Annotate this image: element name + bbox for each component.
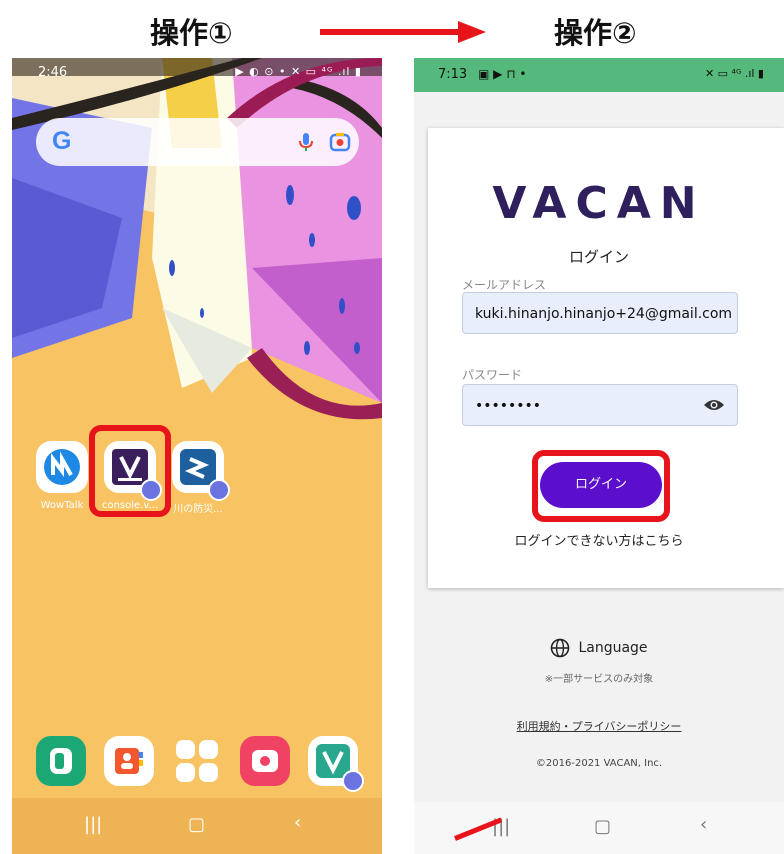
app-label-river: 川の防災... [173, 504, 223, 515]
eye-icon[interactable] [703, 398, 725, 412]
contacts-icon [115, 748, 143, 774]
vacan-logo: VACAN [492, 178, 706, 229]
globe-icon [551, 638, 570, 658]
password-label: パスワード [462, 368, 523, 382]
status-left-icons: ▣ ▶ ⊓ • [478, 67, 527, 81]
home-button-2[interactable]: ▢ [594, 816, 611, 837]
camera-icon [252, 750, 278, 772]
language-label: Language [578, 640, 648, 656]
wowtalk-icon [44, 449, 80, 485]
copyright: ©2016-2021 VACAN, Inc. [535, 758, 663, 769]
status-time: 2:46 [38, 65, 68, 80]
terms-link[interactable]: 利用規約・プライバシーポリシー [414, 718, 784, 734]
navigation-bar-2: ||| ▢ ‹ [414, 802, 784, 854]
home-button[interactable]: ▢ [188, 814, 205, 835]
password-value: •••••••• [475, 398, 542, 414]
status-time-2: 7:13 [438, 67, 468, 82]
language-selector[interactable]: Language [414, 638, 784, 658]
samsung-internet-badge-icon-3 [342, 770, 364, 792]
step2-heading: 操作② [554, 16, 637, 50]
status-bar-2: 7:13 ▣ ▶ ⊓ • ✕ ▭ ⁴ᴳ .ıl ▮ [414, 58, 784, 92]
forgot-login-link[interactable]: ログインできない方はこちら [414, 530, 784, 549]
wowtalk-app-icon[interactable] [36, 441, 88, 493]
samsung-internet-badge-icon-2 [208, 479, 230, 501]
back-button[interactable]: ‹ [294, 812, 301, 833]
dock-phone-icon[interactable] [36, 736, 86, 786]
mic-icon[interactable] [294, 130, 318, 154]
dock-camera-icon[interactable] [240, 736, 290, 786]
login-title: ログイン [568, 248, 629, 266]
navigation-bar: ||| ▢ ‹ [12, 798, 382, 854]
arrow-head-icon [458, 21, 486, 43]
apps-grid-icon [176, 740, 218, 782]
highlight-box-login [532, 450, 670, 522]
app-label-wowtalk: WowTalk [40, 500, 84, 511]
back-button-2[interactable]: ‹ [700, 814, 707, 835]
dock-contacts-icon[interactable] [104, 736, 154, 786]
arrow-right-icon [320, 29, 462, 35]
email-label: メールアドレス [462, 278, 547, 292]
status-bar: 2:46 ▶ ◐ ⊙ • ✕ ▭ ⁴ᴳ .ıl ▮ [12, 58, 382, 88]
login-screen: 7:13 ▣ ▶ ⊓ • ✕ ▭ ⁴ᴳ .ıl ▮ VACAN ログイン メール… [414, 58, 784, 854]
highlight-box-app [89, 425, 171, 517]
status-icons: ▶ ◐ ⊙ • ✕ ▭ ⁴ᴳ .ıl ▮ [235, 65, 362, 78]
step1-heading: 操作① [150, 16, 233, 50]
recents-button[interactable]: ||| [84, 814, 102, 835]
google-search-bar[interactable]: G [36, 118, 359, 166]
lens-icon[interactable] [328, 130, 352, 154]
home-screen: 2:46 ▶ ◐ ⊙ • ✕ ▭ ⁴ᴳ .ıl ▮ G WowTalk cons… [12, 58, 382, 854]
email-field[interactable]: kuki.hinanjo.hinanjo+24@gmail.com [462, 292, 738, 334]
google-logo: G [52, 127, 72, 155]
status-right-icons: ✕ ▭ ⁴ᴳ .ıl ▮ [704, 67, 764, 80]
password-field[interactable]: •••••••• [462, 384, 738, 426]
phone-icon [50, 748, 72, 774]
dock-apps-grid-icon[interactable] [172, 736, 222, 786]
language-note: ※一部サービスのみ対象 [544, 674, 654, 685]
